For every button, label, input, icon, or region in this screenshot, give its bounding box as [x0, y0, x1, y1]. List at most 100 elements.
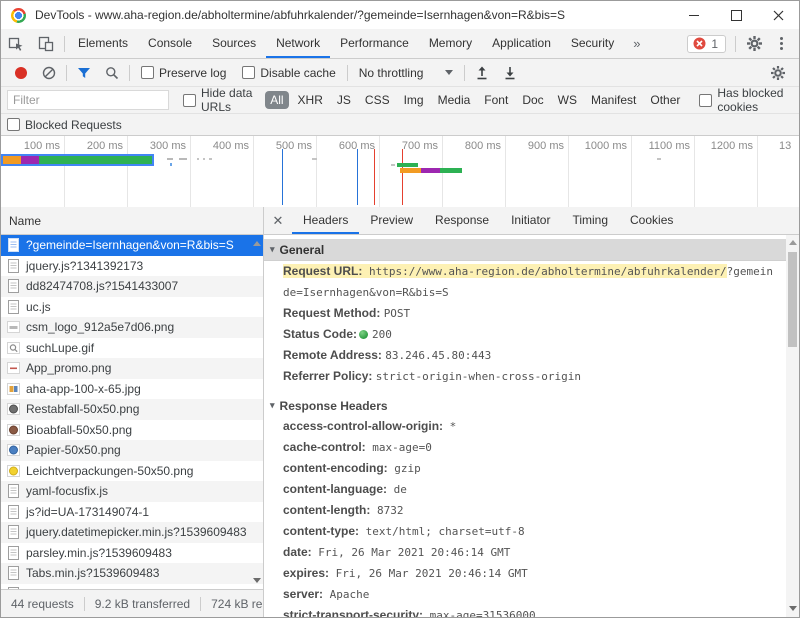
device-toolbar-button[interactable]: [31, 29, 61, 58]
tab-network[interactable]: Network: [266, 29, 330, 58]
details-tab-timing[interactable]: Timing: [561, 207, 619, 234]
maximize-button[interactable]: [715, 1, 757, 29]
request-row[interactable]: dd82474708.js?1541433007: [1, 276, 263, 297]
details-tabs: HeadersPreviewResponseInitiatorTimingCoo…: [292, 207, 684, 234]
timeline-request-bar[interactable]: [397, 163, 418, 167]
minimize-button[interactable]: [673, 1, 715, 29]
request-row[interactable]: App_promo.png: [1, 358, 263, 379]
summary-transferred: 9.2 kB transferred: [85, 597, 200, 611]
image-thumbnail-icon: [7, 382, 20, 396]
header-name: Status Code:: [283, 327, 357, 341]
search-button[interactable]: [98, 66, 126, 80]
image-thumbnail-icon: [7, 443, 20, 457]
details-tab-preview[interactable]: Preview: [359, 207, 424, 234]
request-row[interactable]: jquery.js?1341392173: [1, 256, 263, 277]
request-row[interactable]: ?gemeinde=Isernhagen&von=R&bis=S: [1, 235, 263, 256]
inspect-element-button[interactable]: [1, 29, 31, 58]
request-details-panel: ✕ HeadersPreviewResponseInitiatorTimingC…: [264, 207, 799, 617]
close-button[interactable]: [757, 1, 799, 29]
scroll-down-arrow[interactable]: [253, 578, 261, 583]
network-overview-timeline[interactable]: 100 ms200 ms300 ms400 ms500 ms600 ms700 …: [1, 136, 799, 211]
scrollbar-thumb[interactable]: [788, 252, 797, 347]
search-icon: [105, 66, 119, 80]
more-tabs-chevron[interactable]: »: [624, 29, 649, 58]
request-row[interactable]: js?id=UA-173149074-1: [1, 502, 263, 523]
network-settings-button[interactable]: [763, 65, 793, 81]
resource-type-filters: All XHRJSCSSImgMediaFontDoc WSManifestOthe…: [265, 91, 685, 109]
type-filter-media[interactable]: Media: [433, 91, 476, 109]
request-row[interactable]: Restabfall-50x50.png: [1, 399, 263, 420]
tab-application[interactable]: Application: [482, 29, 561, 58]
scroll-down-arrow[interactable]: [789, 606, 797, 611]
clear-button[interactable]: [35, 66, 63, 80]
general-section-header[interactable]: ▾ General: [264, 239, 799, 261]
type-filter-css[interactable]: CSS: [360, 91, 395, 109]
timeline-bar-segment: [39, 156, 152, 164]
filter-toggle-button[interactable]: [70, 67, 98, 79]
tab-performance[interactable]: Performance: [330, 29, 419, 58]
record-button[interactable]: [15, 67, 27, 79]
window-title: DevTools - www.aha-region.de/abholtermin…: [35, 8, 673, 22]
image-thumbnail-icon: [7, 361, 20, 375]
request-name: Bioabfall-50x50.png: [26, 423, 132, 437]
request-name: uc.js: [26, 300, 51, 314]
request-row[interactable]: Forms.min.js?1539609483: [1, 584, 263, 590]
details-tab-initiator[interactable]: Initiator: [500, 207, 561, 234]
filter-input[interactable]: [7, 90, 169, 110]
request-row[interactable]: Papier-50x50.png: [1, 440, 263, 461]
response-headers-section-header[interactable]: ▾ Response Headers: [264, 395, 799, 416]
settings-button[interactable]: [739, 35, 770, 52]
throttling-dropdown[interactable]: No throttling: [359, 66, 454, 80]
details-scrollbar[interactable]: [786, 235, 799, 617]
type-filter-img[interactable]: Img: [399, 91, 429, 109]
requests-scrollbar[interactable]: [250, 235, 263, 589]
tab-console[interactable]: Console: [138, 29, 202, 58]
details-tab-response[interactable]: Response: [424, 207, 500, 234]
details-tab-cookies[interactable]: Cookies: [619, 207, 684, 234]
close-details-button[interactable]: ✕: [264, 207, 292, 234]
name-column-header[interactable]: Name: [1, 207, 263, 235]
scroll-up-arrow[interactable]: [789, 240, 797, 245]
request-row[interactable]: Leichtverpackungen-50x50.png: [1, 461, 263, 482]
request-row[interactable]: suchLupe.gif: [1, 338, 263, 359]
preserve-log-checkbox[interactable]: [141, 66, 154, 79]
tab-sources[interactable]: Sources: [202, 29, 266, 58]
tab-memory[interactable]: Memory: [419, 29, 482, 58]
type-filter-xhr[interactable]: XHR: [293, 91, 328, 109]
request-row[interactable]: yaml-focusfix.js: [1, 481, 263, 502]
disable-cache-toggle[interactable]: Disable cache: [242, 66, 335, 80]
type-filter-manifest[interactable]: Manifest: [586, 91, 641, 109]
type-filter-all[interactable]: All: [265, 91, 288, 109]
request-row[interactable]: csm_logo_912a5e7d06.png: [1, 317, 263, 338]
request-row[interactable]: uc.js: [1, 297, 263, 318]
details-tab-headers[interactable]: Headers: [292, 207, 359, 234]
type-filter-other[interactable]: Other: [645, 91, 685, 109]
request-row[interactable]: parsley.min.js?1539609483: [1, 543, 263, 564]
request-row[interactable]: Tabs.min.js?1539609483: [1, 563, 263, 584]
import-har-button[interactable]: [468, 66, 496, 80]
request-row[interactable]: jquery.datetimepicker.min.js?1539609483: [1, 522, 263, 543]
preserve-log-toggle[interactable]: Preserve log: [141, 66, 226, 80]
blocked-requests-checkbox[interactable]: [7, 118, 20, 131]
disable-cache-checkbox[interactable]: [242, 66, 255, 79]
tab-security[interactable]: Security: [561, 29, 624, 58]
timeline-request-bar[interactable]: [400, 168, 462, 173]
error-badge[interactable]: 1: [687, 35, 726, 53]
type-filter-js[interactable]: JS: [332, 91, 356, 109]
has-blocked-cookies-checkbox[interactable]: [699, 94, 712, 107]
timeline-request-bar[interactable]: [3, 156, 152, 164]
hide-data-urls-checkbox[interactable]: [183, 94, 196, 107]
timeline-tick-label: 600 ms: [315, 140, 375, 152]
scroll-up-arrow[interactable]: [253, 241, 261, 246]
status-ok-icon: [359, 330, 368, 339]
type-filter-ws[interactable]: WS: [553, 91, 582, 109]
request-row[interactable]: aha-app-100-x-65.jpg: [1, 379, 263, 400]
type-filter-font[interactable]: Font: [479, 91, 513, 109]
export-har-button[interactable]: [496, 66, 524, 80]
request-name: Tabs.min.js?1539609483: [26, 566, 159, 580]
more-options-button[interactable]: [770, 37, 793, 50]
type-filter-doc[interactable]: Doc: [517, 91, 548, 109]
tab-elements[interactable]: Elements: [68, 29, 138, 58]
image-thumbnail-icon: [7, 341, 20, 355]
request-row[interactable]: Bioabfall-50x50.png: [1, 420, 263, 441]
